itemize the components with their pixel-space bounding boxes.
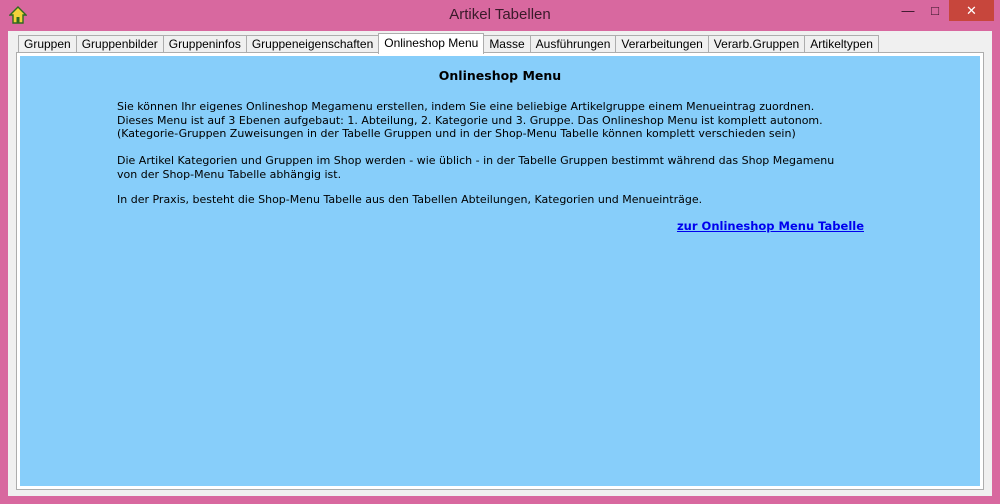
application-window: Artikel Tabellen — □ ✕ Gruppen Gruppenbi… [0, 0, 1000, 504]
html-content-view[interactable]: Onlineshop Menu Sie können Ihr eigenes O… [20, 56, 980, 486]
intro-line-3: (Kategorie-Gruppen Zuweisungen in der Ta… [117, 127, 796, 140]
categories-line-1: Die Artikel Kategorien und Gruppen im Sh… [117, 154, 835, 167]
close-button[interactable]: ✕ [949, 0, 994, 21]
tab-gruppeneigenschaften[interactable]: Gruppeneigenschaften [245, 35, 380, 53]
categories-line-2: von der Shop-Menu Tabelle abhängig ist. [117, 167, 342, 181]
tab-onlineshop-menu[interactable]: Onlineshop Menu [378, 33, 485, 54]
window-title: Artikel Tabellen [449, 6, 551, 23]
tab-gruppenbilder[interactable]: Gruppenbilder [75, 35, 164, 53]
client-area: Gruppen Gruppenbilder Gruppeninfos Grupp… [8, 31, 992, 496]
tab-gruppen[interactable]: Gruppen [18, 35, 77, 53]
intro-paragraph: Sie können Ihr eigenes Onlineshop Megame… [117, 100, 877, 141]
tab-panel: Onlineshop Menu Sie können Ihr eigenes O… [16, 52, 984, 490]
practice-paragraph: In der Praxis, besteht die Shop-Menu Tab… [117, 193, 703, 206]
onlineshop-menu-table-link[interactable]: zur Onlineshop Menu Tabelle [677, 219, 864, 233]
categories-paragraph: Die Artikel Kategorien und Gruppen im Sh… [117, 154, 877, 181]
tab-gruppeninfos[interactable]: Gruppeninfos [162, 35, 247, 53]
tab-verarbeitungen[interactable]: Verarbeitungen [615, 35, 709, 53]
tab-verarb-gruppen[interactable]: Verarb.Gruppen [707, 35, 806, 53]
minimize-button[interactable]: — [895, 0, 921, 21]
content-heading: Onlineshop Menu [438, 68, 562, 83]
minimize-icon: — [901, 3, 915, 18]
tab-bar: Gruppen Gruppenbilder Gruppeninfos Grupp… [18, 33, 879, 54]
intro-line-1: Sie können Ihr eigenes Onlineshop Megame… [117, 100, 815, 113]
tab-ausfuehrungen[interactable]: Ausführungen [529, 35, 617, 53]
maximize-icon: □ [931, 3, 939, 18]
maximize-button[interactable]: □ [922, 0, 948, 21]
tab-masse[interactable]: Masse [483, 35, 531, 53]
title-bar[interactable]: Artikel Tabellen — □ ✕ [0, 0, 1000, 31]
intro-line-2: Dieses Menu ist auf 3 Ebenen aufgebaut: … [117, 113, 823, 127]
close-icon: ✕ [966, 2, 977, 18]
tab-artikeltypen[interactable]: Artikeltypen [804, 35, 879, 53]
